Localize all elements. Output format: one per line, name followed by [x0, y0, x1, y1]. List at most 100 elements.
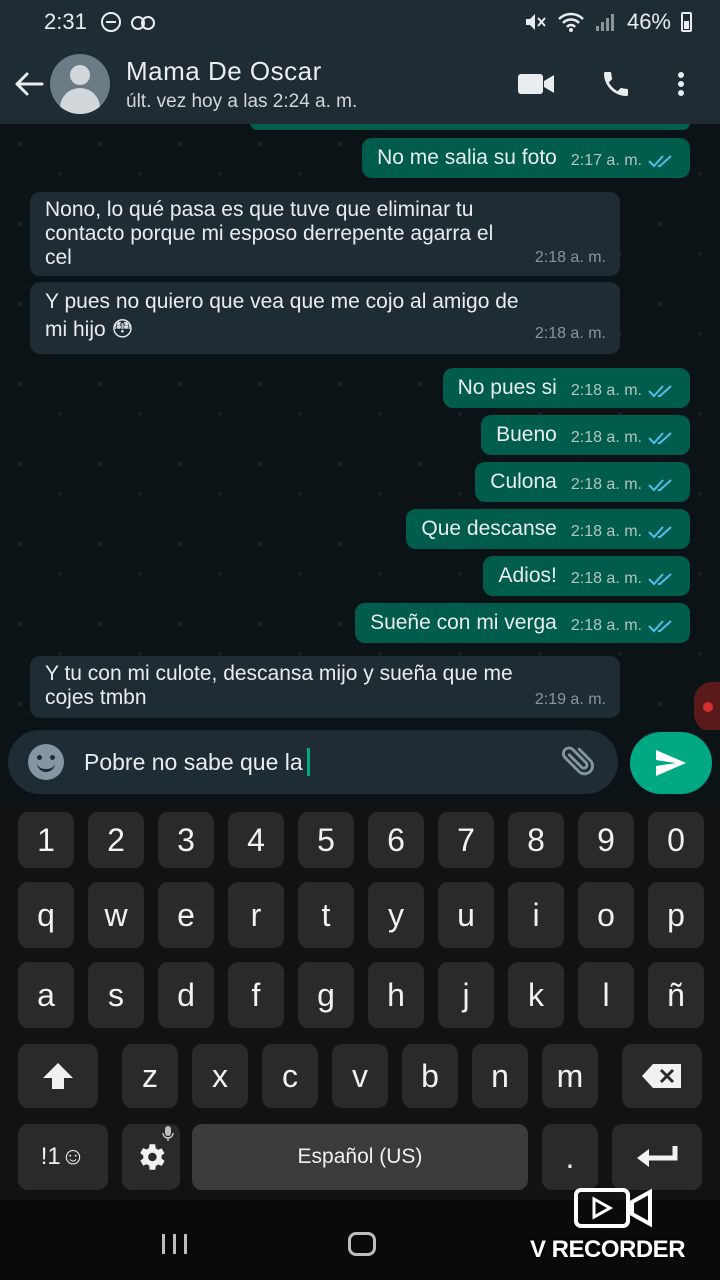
video-camera-icon	[518, 74, 554, 94]
message-input[interactable]: Pobre no sabe que la	[84, 748, 558, 776]
key-3[interactable]: 3	[158, 812, 214, 868]
message-bubble-partial	[250, 124, 690, 130]
key-4[interactable]: 4	[228, 812, 284, 868]
message-bubble-outgoing[interactable]: Bueno 2:18 a. m.	[481, 415, 690, 455]
video-call-button[interactable]	[496, 44, 576, 124]
key-a[interactable]: a	[18, 962, 74, 1028]
battery-percent: 46%	[626, 9, 671, 34]
more-options-button[interactable]	[656, 44, 706, 124]
key-7[interactable]: 7	[438, 812, 494, 868]
key-b[interactable]: b	[402, 1044, 458, 1108]
recent-apps-button[interactable]	[162, 1234, 188, 1254]
message-bubble-outgoing[interactable]: Que descanse 2:18 a. m.	[406, 509, 690, 549]
watermark-text: V RECORDER	[530, 1236, 686, 1263]
key-h[interactable]: h	[368, 962, 424, 1028]
last-seen: últ. vez hoy a las 2:24 a. m.	[126, 90, 358, 112]
enter-return-icon	[637, 1146, 678, 1167]
message-bubble-outgoing[interactable]: No pues si 2:18 a. m.	[442, 368, 690, 408]
symbols-key[interactable]: !1☺	[18, 1124, 108, 1190]
key-j[interactable]: j	[438, 962, 494, 1028]
key-z[interactable]: z	[122, 1044, 178, 1108]
contact-avatar[interactable]	[50, 54, 110, 114]
gear-icon	[140, 1144, 165, 1170]
key-ñ[interactable]: ñ	[648, 962, 704, 1028]
wifi-icon	[558, 12, 584, 32]
key-m[interactable]: m	[542, 1044, 598, 1108]
key-5[interactable]: 5	[298, 812, 354, 868]
settings-key[interactable]	[122, 1124, 180, 1190]
emoji-icon[interactable]	[28, 744, 64, 780]
mute-icon	[525, 14, 546, 30]
key-v[interactable]: v	[332, 1044, 388, 1108]
phone-icon	[604, 72, 628, 96]
more-vertical-icon	[678, 72, 684, 96]
message-bubble-incoming[interactable]: Nono, lo qué pasa es que tuve que elimin…	[30, 192, 620, 276]
message-bubble-outgoing[interactable]: No me salia su foto 2:17 a. m.	[362, 138, 690, 178]
contact-info[interactable]: Mama De Oscar últ. vez hoy a las 2:24 a.…	[126, 56, 357, 113]
v-recorder-watermark: V RECORDER	[530, 1184, 700, 1264]
key-t[interactable]: t	[298, 882, 354, 948]
status-time: 2:31	[44, 9, 87, 34]
double-check-icon	[648, 385, 672, 398]
double-check-icon	[648, 573, 672, 586]
message-bubble-incoming[interactable]: Y pues no quiero que vea que me cojo al …	[30, 282, 620, 354]
key-n[interactable]: n	[472, 1044, 528, 1108]
message-bubble-outgoing[interactable]: Culona 2:18 a. m.	[475, 462, 690, 502]
key-i[interactable]: i	[508, 882, 564, 948]
key-w[interactable]: w	[88, 882, 144, 948]
key-o[interactable]: o	[578, 882, 634, 948]
period-key[interactable]: .	[542, 1124, 598, 1190]
key-x[interactable]: x	[192, 1044, 248, 1108]
message-time: 2:19 a. m.	[534, 691, 606, 708]
chat-area[interactable]: No me salia su foto 2:17 a. m. Nono, lo …	[0, 124, 720, 730]
message-time: 2:18 a. m.	[534, 325, 606, 342]
key-q[interactable]: q	[18, 882, 74, 948]
key-f[interactable]: f	[228, 962, 284, 1028]
key-k[interactable]: k	[508, 962, 564, 1028]
key-y[interactable]: y	[368, 882, 424, 948]
message-bubble-outgoing[interactable]: Sueñe con mi verga 2:18 a. m.	[355, 603, 690, 643]
voice-call-button[interactable]	[576, 44, 656, 124]
attach-button[interactable]	[558, 742, 598, 782]
send-button[interactable]	[630, 732, 712, 794]
signal-icon	[595, 14, 614, 31]
key-9[interactable]: 9	[578, 812, 634, 868]
video-camera-icon	[574, 1188, 652, 1228]
arrow-left-icon	[15, 72, 44, 96]
key-2[interactable]: 2	[88, 812, 144, 868]
message-bubble-incoming[interactable]: Y tu con mi culote, descansa mijo y sueñ…	[30, 656, 620, 718]
chat-header: Mama De Oscar últ. vez hoy a las 2:24 a.…	[0, 44, 720, 124]
key-d[interactable]: d	[158, 962, 214, 1028]
double-check-icon	[648, 526, 672, 539]
shift-key[interactable]	[18, 1044, 98, 1108]
send-icon	[656, 750, 686, 776]
key-u[interactable]: u	[438, 882, 494, 948]
key-0[interactable]: 0	[648, 812, 704, 868]
key-e[interactable]: e	[158, 882, 214, 948]
voicemail-icon	[130, 16, 155, 30]
status-bar: 2:31 46%	[0, 0, 720, 44]
message-bubble-outgoing[interactable]: Adios! 2:18 a. m.	[483, 556, 690, 596]
enter-key[interactable]	[612, 1124, 702, 1190]
battery-icon	[681, 12, 692, 32]
home-button[interactable]	[348, 1232, 376, 1256]
back-button[interactable]	[6, 44, 52, 124]
key-g[interactable]: g	[298, 962, 354, 1028]
key-1[interactable]: 1	[18, 812, 74, 868]
key-c[interactable]: c	[262, 1044, 318, 1108]
space-bar[interactable]: Español (US)	[192, 1124, 528, 1190]
message-time: 2:17 a. m.	[570, 152, 642, 169]
key-s[interactable]: s	[88, 962, 144, 1028]
screen-recorder-bubble[interactable]	[694, 682, 720, 732]
message-input-container[interactable]: Pobre no sabe que la	[8, 730, 618, 794]
double-check-icon	[648, 620, 672, 633]
on-screen-keyboard: !1☺ Español (US) . 1234567890 qwertyuiop a…	[0, 802, 720, 1200]
backspace-key[interactable]	[622, 1044, 702, 1108]
key-l[interactable]: l	[578, 962, 634, 1028]
key-8[interactable]: 8	[508, 812, 564, 868]
key-6[interactable]: 6	[368, 812, 424, 868]
key-p[interactable]: p	[648, 882, 704, 948]
text-caret	[306, 748, 310, 776]
double-check-icon	[648, 432, 672, 445]
key-r[interactable]: r	[228, 882, 284, 948]
